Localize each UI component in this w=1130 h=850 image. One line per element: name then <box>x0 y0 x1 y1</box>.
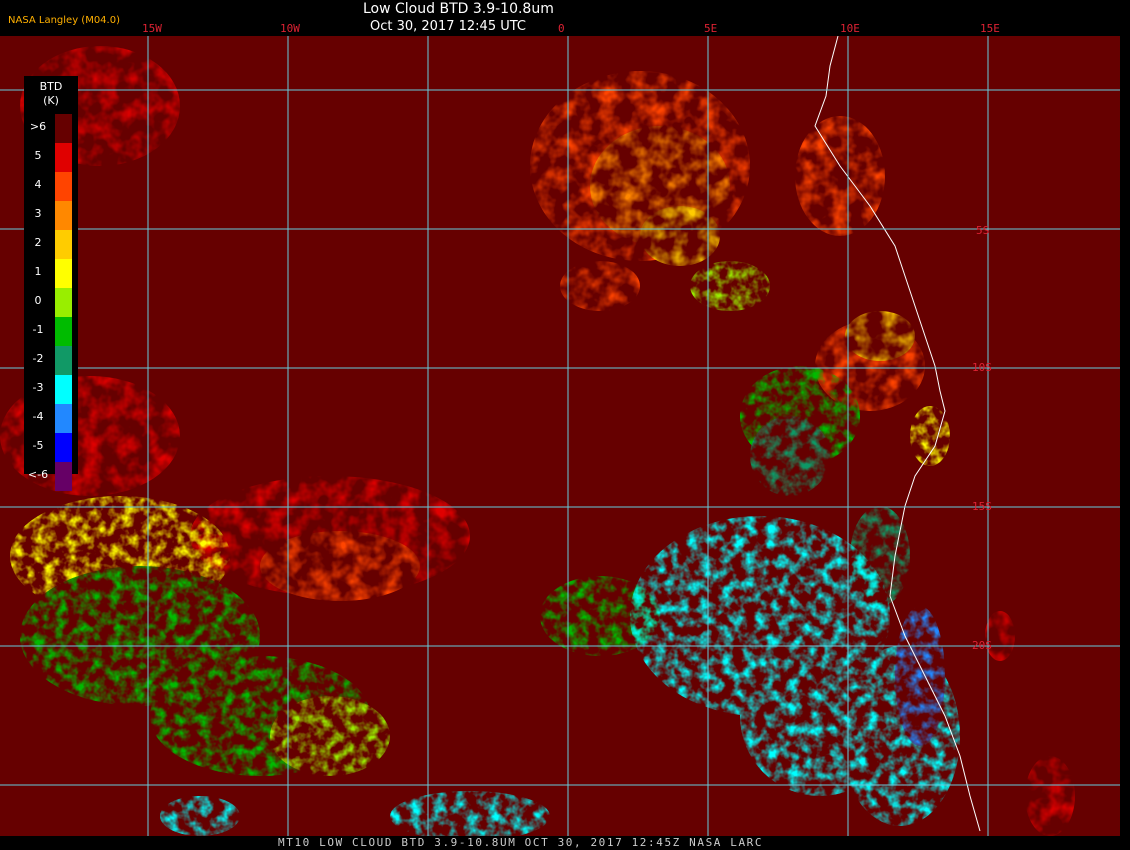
legend-swatch <box>55 317 72 346</box>
legend-label: 5 <box>34 149 42 162</box>
legend-swatch <box>55 462 72 491</box>
lon-label-5e: 5E <box>704 22 718 35</box>
legend-label: -5 <box>32 439 44 452</box>
lon-label-10e: 10E <box>840 22 860 35</box>
footer-bar: MT10 LOW CLOUD BTD 3.9-10.8UM OCT 30, 20… <box>0 836 1130 850</box>
legend-swatch <box>55 230 72 259</box>
legend-swatch <box>55 201 72 230</box>
lat-label-10s: 10S <box>972 361 992 374</box>
legend-label: -1 <box>32 323 44 336</box>
legend-label: 2 <box>34 236 42 249</box>
lon-label-10w: 10W <box>280 22 300 35</box>
color-legend: BTD (K) >6 5 4 3 2 1 0 -1 -2 -3 -4 -5 <-6 <box>24 76 78 491</box>
legend-label: 3 <box>34 207 42 220</box>
legend-label: -3 <box>32 381 44 394</box>
lat-label-15s: 15S <box>972 500 992 513</box>
legend-swatch <box>55 143 72 172</box>
satellite-map: 5S 10S 15S 20S BTD (K) >6 5 4 3 2 1 0 -1 -2 -3 -4 -5 <… <box>0 36 1120 836</box>
footer-caption: MT10 LOW CLOUD BTD 3.9-10.8UM OCT 30, 20… <box>278 836 764 849</box>
legend-swatch <box>55 375 72 404</box>
legend-swatch <box>55 259 72 288</box>
legend-title: BTD <box>39 80 63 93</box>
legend-swatch <box>55 346 72 375</box>
legend-swatch <box>55 404 72 433</box>
lon-label-15e: 15E <box>980 22 1000 35</box>
legend-swatch <box>55 433 72 462</box>
image-timestamp: Oct 30, 2017 12:45 UTC <box>370 19 526 34</box>
lon-label-15w: 15W <box>142 22 162 35</box>
legend-label: <-6 <box>27 468 49 481</box>
lat-label-5s: 5S <box>976 224 990 237</box>
legend-unit: (K) <box>43 94 59 107</box>
title-bar: Low Cloud BTD 3.9-10.8um Oct 30, 2017 12… <box>0 0 1130 36</box>
legend-label: 1 <box>34 265 42 278</box>
lon-label-0: 0 <box>558 22 565 35</box>
lat-label-20s: 20S <box>972 639 992 652</box>
legend-label: -4 <box>32 410 44 423</box>
image-title: Low Cloud BTD 3.9-10.8um <box>363 1 554 17</box>
legend-swatch <box>55 114 72 143</box>
legend-label: 0 <box>34 294 42 307</box>
legend-label: -2 <box>32 352 44 365</box>
legend-swatch <box>55 288 72 317</box>
map-imagery <box>0 36 1120 836</box>
provider-credit: NASA Langley (M04.0) <box>8 15 120 26</box>
legend-label: 4 <box>34 178 42 191</box>
legend-swatch <box>55 172 72 201</box>
legend-label: >6 <box>29 120 47 133</box>
